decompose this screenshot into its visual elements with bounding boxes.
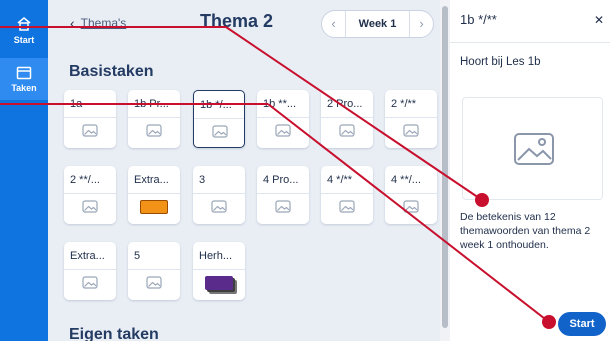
detail-panel: 1b */** ✕ Hoort bij Les 1b De betekenis … [450, 0, 610, 341]
divider [194, 118, 244, 119]
next-week-button[interactable]: › [409, 11, 433, 37]
divider [193, 193, 245, 194]
image-icon [82, 124, 98, 137]
task-tile[interactable]: 2 **/... [64, 166, 116, 224]
task-tile-label: 1a [70, 98, 83, 110]
divider [64, 269, 116, 270]
nav-rail: Start Taken [0, 0, 48, 341]
close-icon[interactable]: ✕ [594, 13, 604, 27]
task-tile-label: 1b **... [263, 98, 297, 110]
section-title-basistaken: Basistaken [69, 63, 154, 80]
divider [450, 42, 610, 43]
image-icon [82, 200, 98, 213]
task-tile[interactable]: 3 [193, 166, 245, 224]
week-label: Week 1 [358, 18, 397, 30]
prev-week-button[interactable]: ‹ [322, 11, 346, 37]
task-tile-label: 3 [199, 174, 206, 186]
divider [257, 193, 309, 194]
nav-item-start[interactable]: Start [0, 8, 48, 52]
divider [193, 269, 245, 270]
task-tile-label: 2 **/... [70, 174, 100, 186]
start-button[interactable]: Start [558, 312, 606, 336]
task-tile[interactable]: 2 Pro... [321, 90, 373, 148]
divider [128, 269, 180, 270]
image-icon [146, 276, 162, 289]
chevron-left-icon: ‹ [70, 15, 75, 31]
divider [64, 193, 116, 194]
task-tile-label: Extra... [134, 174, 169, 186]
task-tile[interactable]: 1b **... [257, 90, 309, 148]
task-tile[interactable]: Herh... [193, 242, 245, 300]
nav-item-label: Start [13, 34, 35, 45]
image-icon [514, 133, 554, 165]
image-icon [146, 124, 162, 137]
divider [385, 117, 437, 118]
image-icon [339, 124, 355, 137]
thumbnail-image [140, 200, 168, 214]
task-tile-label: 1b */... [200, 99, 232, 111]
task-tile[interactable]: 1b */... [193, 90, 245, 148]
divider [321, 193, 373, 194]
task-tile[interactable]: 4 Pro... [257, 166, 309, 224]
image-icon [82, 276, 98, 289]
divider [321, 117, 373, 118]
image-icon [211, 200, 227, 213]
task-tile-label: Extra... [70, 250, 105, 262]
task-tile[interactable]: Extra... [64, 242, 116, 300]
task-tile-label: 2 */** [391, 98, 417, 110]
task-tile[interactable]: 4 **/... [385, 166, 437, 224]
thumbnail-image [205, 276, 233, 290]
task-tile[interactable]: 1a [64, 90, 116, 148]
image-icon [212, 125, 228, 138]
task-tile-label: Herh... [199, 250, 233, 262]
detail-subtitle: Hoort bij Les 1b [460, 56, 541, 68]
image-icon [275, 200, 291, 213]
top-bar: ‹ Thema's Thema 2 ‹ Week 1 › [48, 0, 440, 48]
week-selector: ‹ Week 1 › [321, 10, 434, 38]
main-panel: ‹ Thema's Thema 2 ‹ Week 1 › Basistaken … [48, 0, 440, 341]
task-tile-label: 4 */** [327, 174, 353, 186]
divider [385, 193, 437, 194]
image-icon [403, 200, 419, 213]
detail-title: 1b */** [460, 12, 497, 27]
divider [257, 117, 309, 118]
task-tile[interactable]: 2 */** [385, 90, 437, 148]
image-placeholder [462, 97, 603, 200]
image-icon [339, 200, 355, 213]
nav-item-label: Taken [11, 82, 37, 93]
task-tile[interactable]: 5 [128, 242, 180, 300]
divider [128, 193, 180, 194]
task-tile[interactable]: 4 */** [321, 166, 373, 224]
home-icon [17, 16, 31, 31]
nav-item-taken[interactable]: Taken [0, 58, 48, 100]
task-tile-label: 4 Pro... [263, 174, 299, 186]
back-link-label: Thema's [80, 16, 127, 30]
section-title-eigen-taken: Eigen taken [69, 326, 159, 341]
image-icon [275, 124, 291, 137]
task-tile-label: 5 [134, 250, 141, 262]
back-link[interactable]: ‹ Thema's [70, 15, 126, 31]
divider [128, 117, 180, 118]
task-tile-label: 2 Pro... [327, 98, 363, 110]
image-icon [403, 124, 419, 137]
detail-description: De betekenis van 12 themawoorden van the… [460, 211, 591, 251]
divider [64, 117, 116, 118]
task-tile[interactable]: 1b Pr... [128, 90, 180, 148]
task-tile[interactable]: Extra... [128, 166, 180, 224]
tasks-icon [16, 66, 32, 79]
task-tile-label: 4 **/... [391, 174, 421, 186]
app-window: Start Taken ‹ Thema's Thema 2 ‹ Week 1 ›… [0, 0, 610, 341]
page-title: Thema 2 [200, 11, 274, 31]
scrollbar-thumb[interactable] [442, 6, 448, 328]
task-tile-label: 1b Pr... [134, 98, 169, 110]
